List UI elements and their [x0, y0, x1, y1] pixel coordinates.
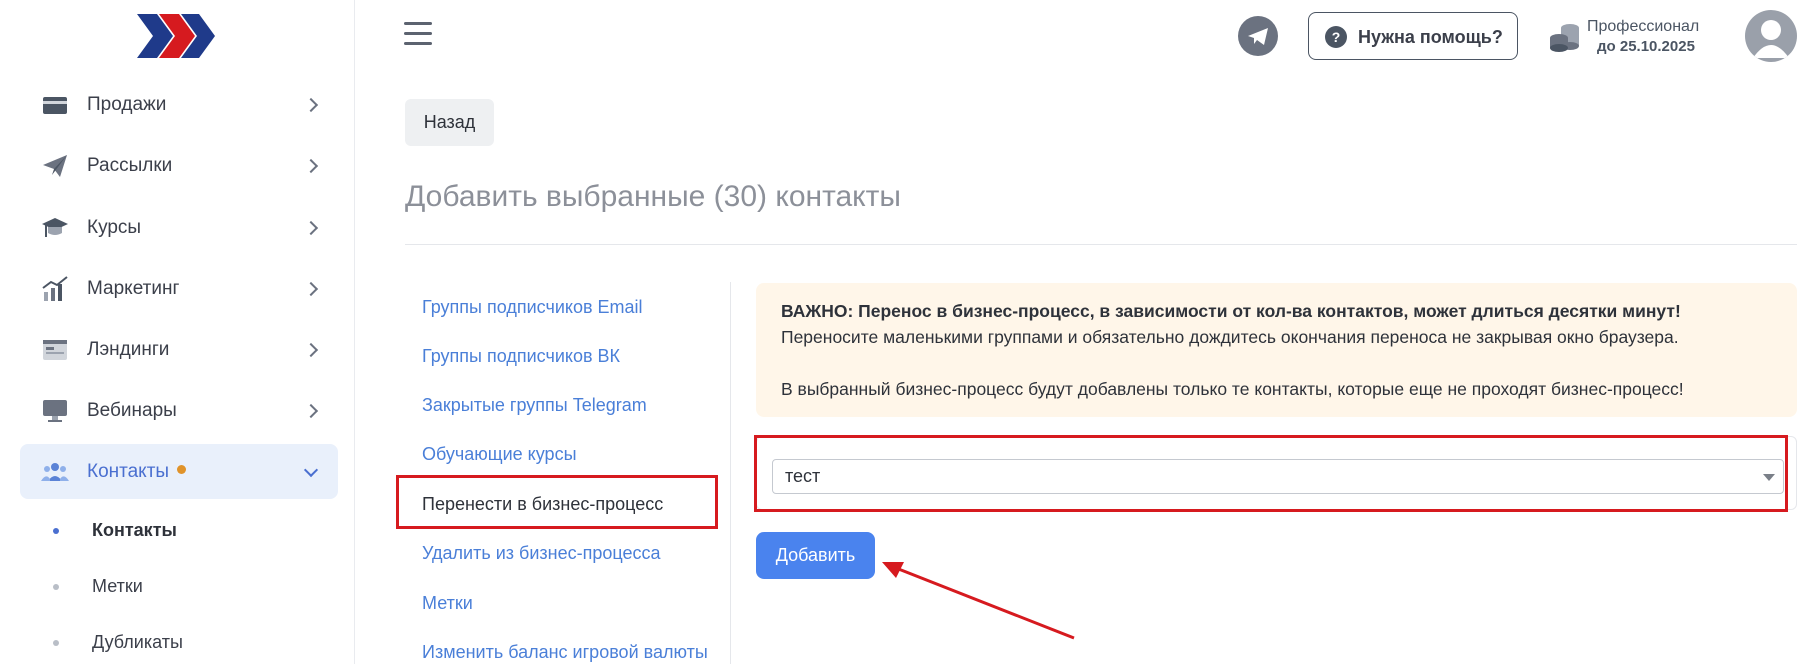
sidebar-item-webinars[interactable]: Вебинары	[20, 383, 338, 438]
user-icon	[1753, 20, 1789, 58]
telegram-icon[interactable]	[1238, 16, 1278, 56]
chevron-down-icon	[303, 462, 319, 477]
users-icon	[41, 462, 69, 481]
menu-link-email-groups[interactable]: Группы подписчиков Email	[422, 297, 643, 318]
chart-icon	[42, 275, 68, 301]
question-icon: ?	[1325, 26, 1347, 48]
sidebar-item-sales[interactable]: Продажи	[20, 77, 338, 132]
coins-icon	[1550, 24, 1579, 52]
alert-title: ВАЖНО: Перенос в бизнес-процесс, в завис…	[781, 301, 1681, 321]
notification-dot	[177, 464, 187, 474]
menu-toggle-icon[interactable]	[404, 22, 432, 46]
sidebar-item-label-wrap: Контакты	[87, 460, 187, 483]
back-button[interactable]: Назад	[405, 99, 494, 146]
chevron-right-icon	[303, 220, 319, 235]
landing-page-icon	[43, 339, 67, 360]
sidebar-item-mailings[interactable]: Рассылки	[20, 138, 338, 193]
arrow-annotation	[882, 562, 1075, 640]
sidebar-item-label: Продажи	[87, 93, 167, 115]
chevron-right-icon	[303, 281, 319, 296]
chevron-right-icon	[303, 158, 319, 173]
page-title: Добавить выбранные (30) контакты	[405, 180, 901, 213]
menu-link-remove-from-process[interactable]: Удалить из бизнес-процесса	[422, 543, 661, 564]
graduation-cap-icon	[42, 217, 68, 237]
sidebar-item-label: Маркетинг	[87, 277, 180, 299]
sidebar-item-marketing[interactable]: Маркетинг	[20, 261, 338, 316]
warning-alert: ВАЖНО: Перенос в бизнес-процесс, в завис…	[756, 283, 1797, 417]
menu-link-game-currency[interactable]: Изменить баланс игровой валюты	[422, 642, 708, 663]
alert-note: В выбранный бизнес-процесс будут добавле…	[781, 379, 1684, 399]
alert-text: Переносите маленькими группами и обязате…	[781, 327, 1679, 347]
bullet-icon	[53, 528, 59, 534]
menu-link-vk-groups[interactable]: Группы подписчиков ВК	[422, 346, 620, 367]
sidebar-subitem-contacts[interactable]: Контакты	[92, 520, 177, 541]
help-button-label: Нужна помощь?	[1358, 27, 1503, 47]
sidebar-item-label: Контакты	[87, 460, 170, 482]
sidebar-item-landings[interactable]: Лэндинги	[20, 322, 338, 377]
menu-link-tags[interactable]: Метки	[422, 593, 473, 614]
highlight-box	[396, 475, 718, 529]
plan-name: Профессионал	[1587, 18, 1700, 35]
sidebar-item-label: Лэндинги	[87, 338, 170, 360]
menu-link-courses[interactable]: Обучающие курсы	[422, 444, 577, 465]
chevron-right-icon	[303, 342, 319, 357]
sidebar-item-courses[interactable]: Курсы	[20, 200, 338, 255]
plan-expiry: до 25.10.2025	[1597, 38, 1695, 55]
monitor-icon	[43, 399, 67, 422]
sidebar-item-label: Рассылки	[87, 154, 173, 176]
sidebar-item-contacts[interactable]: Контакты	[20, 444, 338, 499]
chevron-right-icon	[303, 403, 319, 418]
highlight-box	[754, 435, 1788, 512]
help-button[interactable]: ? Нужна помощь?	[1308, 12, 1518, 60]
action-menu: Группы подписчиков Email Группы подписчи…	[396, 282, 731, 664]
menu-link-telegram-groups[interactable]: Закрытые группы Telegram	[422, 395, 647, 416]
logo[interactable]	[135, 12, 215, 60]
sidebar-subitem-duplicates[interactable]: Дубликаты	[92, 632, 183, 653]
avatar[interactable]	[1745, 10, 1797, 62]
sidebar-subitem-tags[interactable]: Метки	[92, 576, 143, 597]
divider	[405, 244, 1797, 245]
bullet-icon	[53, 584, 59, 590]
paper-plane-icon	[43, 154, 67, 177]
add-button[interactable]: Добавить	[756, 532, 875, 579]
sidebar-item-label: Курсы	[87, 216, 142, 238]
card-icon	[43, 96, 67, 114]
sidebar: Продажи Рассылки Курсы Маркетинг Лэндинг…	[0, 0, 355, 664]
chevron-right-icon	[303, 97, 319, 112]
sidebar-item-label: Вебинары	[87, 399, 177, 421]
bullet-icon	[53, 640, 59, 646]
